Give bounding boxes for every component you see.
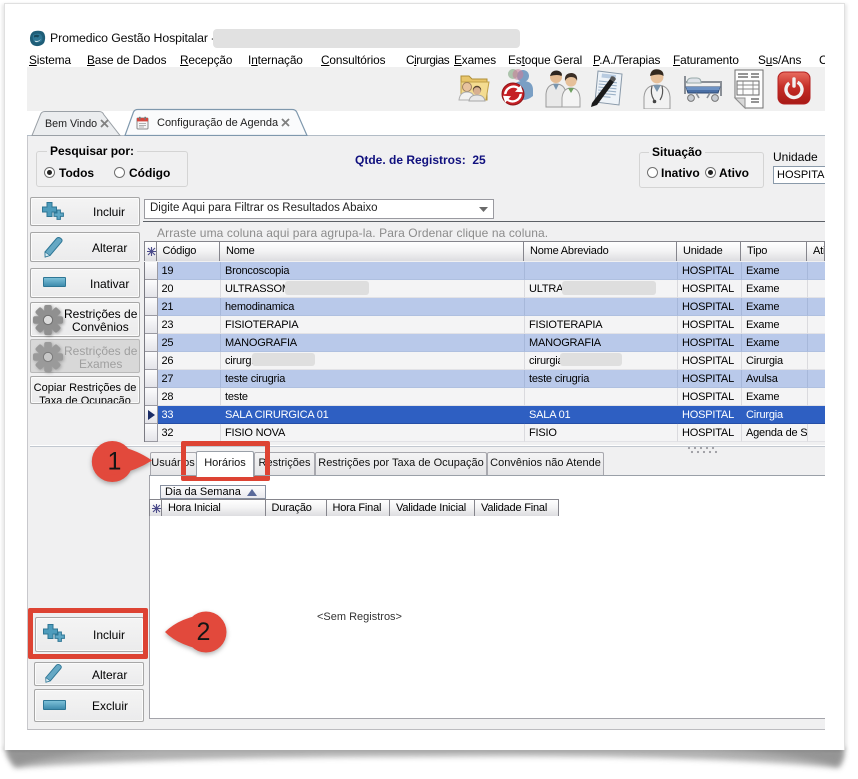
svg-text:1: 1 bbox=[108, 448, 122, 476]
svg-text:2: 2 bbox=[197, 618, 211, 646]
